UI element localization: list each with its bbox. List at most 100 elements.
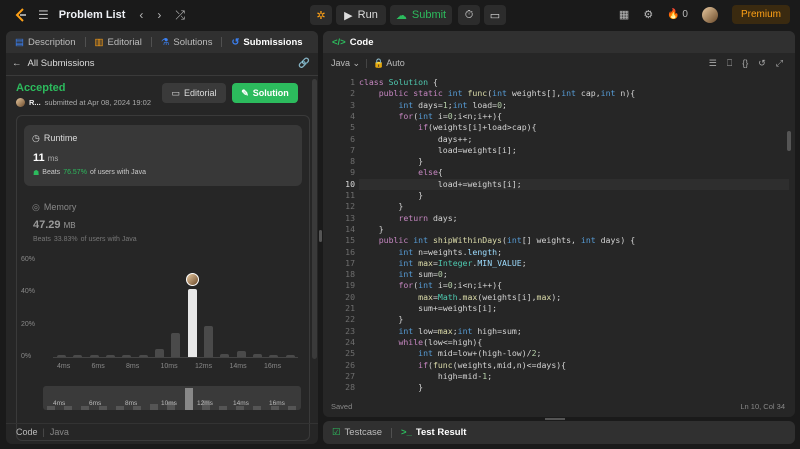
code-panel: </> Code Java ⌄ 🔒 Auto ☰ ⎕ {} ↺ ⤢ 1 class … <box>323 31 795 417</box>
code-line[interactable]: high=mid-1; <box>359 371 789 382</box>
chart-bar[interactable] <box>73 354 83 357</box>
settings-gear-icon[interactable]: ⚙ <box>643 8 653 21</box>
code-line[interactable]: return days; <box>359 213 789 224</box>
line-number: 12 <box>345 201 355 212</box>
format-icon[interactable]: ☰ <box>709 58 717 69</box>
code-line[interactable]: load+=weights[i]; <box>359 178 789 190</box>
run-button[interactable]: ▶ Run <box>336 5 386 25</box>
language-select[interactable]: Java ⌄ <box>331 58 360 69</box>
chart-bar[interactable] <box>122 354 132 357</box>
all-submissions-link[interactable]: All Submissions <box>28 58 95 69</box>
left-scrollbar[interactable] <box>312 79 317 359</box>
tab-solutions[interactable]: ⚗ Solutions <box>152 31 222 53</box>
line-number: 3 <box>350 99 355 110</box>
code-line[interactable]: public int shipWithinDays(int[] weights,… <box>359 235 789 246</box>
code-line[interactable]: int sum=0; <box>359 269 789 280</box>
code-line[interactable]: days++; <box>359 134 789 145</box>
problem-list-icon[interactable]: ☰ <box>38 8 49 22</box>
chart-bar[interactable] <box>269 355 279 357</box>
horizontal-resize-handle[interactable] <box>545 418 565 420</box>
user-name[interactable]: R... <box>29 98 41 107</box>
tab-testcase[interactable]: ☑ Testcase <box>323 422 391 444</box>
avatar[interactable] <box>701 6 718 23</box>
line-number: 25 <box>345 348 355 359</box>
chart-bar[interactable] <box>285 355 295 357</box>
line-number: 5 <box>350 122 355 133</box>
chart-bar[interactable] <box>138 354 148 357</box>
auto-mode[interactable]: 🔒 Auto <box>373 58 405 69</box>
code-line[interactable]: for(int i=0;i<n;i++){ <box>359 280 789 291</box>
code-line[interactable]: } <box>359 190 789 201</box>
shuffle-icon[interactable]: ⤮ <box>175 8 185 23</box>
line-number: 9 <box>350 167 355 178</box>
chart-bar[interactable] <box>106 354 115 357</box>
code-line[interactable]: } <box>359 382 789 393</box>
tab-description[interactable]: ▤ Description <box>6 31 85 53</box>
code-line[interactable]: if(weights[i]+load>cap){ <box>359 122 789 133</box>
leetcode-logo-icon[interactable] <box>14 8 28 22</box>
code-line[interactable]: while(low<=high){ <box>359 337 789 348</box>
chart-bar[interactable] <box>187 289 197 357</box>
book-open-icon: ▭ <box>171 87 180 98</box>
panel-resize-handle[interactable] <box>319 230 322 242</box>
fullscreen-icon[interactable]: ⤢ <box>776 58 783 69</box>
chart-bar[interactable] <box>57 354 66 357</box>
back-arrow-icon[interactable]: ← <box>12 58 22 69</box>
editorial-button[interactable]: ▭ Editorial <box>162 83 226 103</box>
tab-code[interactable]: </> Code <box>323 31 383 53</box>
code-scrollbar[interactable] <box>787 131 791 151</box>
chart-bar[interactable] <box>253 353 262 357</box>
code-line[interactable]: class Solution { <box>359 77 789 88</box>
runtime-card[interactable]: ◷ Runtime 11 ms ☗ Beats 76.57% of users with… <box>24 125 302 186</box>
memory-section[interactable]: ◎ Memory <box>32 202 76 213</box>
chart-bar[interactable] <box>171 332 181 357</box>
chart-bar[interactable] <box>155 348 164 357</box>
code-line[interactable]: } <box>359 224 789 235</box>
link-icon[interactable]: 🔗 <box>298 58 310 69</box>
code-editor[interactable]: 1 class Solution {2 public static int fun… <box>323 77 795 395</box>
code-line[interactable]: } <box>359 156 789 167</box>
memory-label: Memory <box>43 202 77 212</box>
code-line[interactable]: int n=weights.length; <box>359 247 789 258</box>
line-number: 22 <box>345 314 355 325</box>
solution-button[interactable]: ✎ Solution <box>232 83 298 103</box>
reset-icon[interactable]: ↺ <box>758 58 766 69</box>
code-line[interactable]: for(int i=0;i<n;i++){ <box>359 111 789 122</box>
y-tick-label: 20% <box>21 320 36 328</box>
next-problem-icon[interactable]: › <box>157 8 161 22</box>
code-line[interactable]: public static int func(int weights[],int… <box>359 88 789 99</box>
notes-icon[interactable]: ▭ <box>484 5 506 25</box>
code-line[interactable]: int mid=low+(high-low)/2; <box>359 348 789 359</box>
chart-bar[interactable] <box>236 350 246 357</box>
code-line[interactable]: int days=1;int load=0; <box>359 100 789 111</box>
tab-submissions[interactable]: ↺ Submissions <box>222 31 311 53</box>
code-line[interactable]: if(func(weights,mid,n)<=days){ <box>359 360 789 371</box>
code-line[interactable]: else{ <box>359 167 789 178</box>
code-line[interactable]: sum+=weights[i]; <box>359 303 789 314</box>
cloud-upload-icon: ☁ <box>395 9 407 22</box>
chart-range-slider[interactable]: 4ms 6ms 8ms 10ms 12ms 14ms 16ms <box>43 386 301 410</box>
code-line[interactable]: } <box>359 314 789 325</box>
layout-icon[interactable]: ▦ <box>619 8 629 21</box>
prev-problem-icon[interactable]: ‹ <box>139 8 143 22</box>
code-line[interactable]: max=Math.max(weights[i],max); <box>359 292 789 303</box>
problem-list-link[interactable]: Problem List <box>59 9 126 21</box>
code-line[interactable]: int low=max;int high=sum; <box>359 326 789 337</box>
premium-button[interactable]: Premium <box>731 5 790 24</box>
runtime-distribution-chart[interactable]: 60% 40% 20% 0% 4ms 6ms 8ms 10ms 12ms 14ms 16ms <box>17 256 311 381</box>
code-line[interactable]: load=weights[i]; <box>359 145 789 156</box>
chart-bar[interactable] <box>220 353 230 357</box>
submit-button[interactable]: ☁ Submit <box>390 5 452 25</box>
streak-counter[interactable]: 🔥 0 <box>667 9 688 20</box>
code-line[interactable]: int max=Integer.MIN_VALUE; <box>359 258 789 269</box>
chart-bar[interactable] <box>89 354 99 357</box>
braces-icon[interactable]: {} <box>742 58 748 69</box>
bookmark-icon[interactable]: ⎕ <box>727 58 732 69</box>
tab-editorial[interactable]: ▥ Editorial <box>86 31 151 53</box>
line-number: 21 <box>345 303 355 313</box>
chart-bar[interactable] <box>204 326 213 357</box>
timer-icon[interactable]: ⏱ <box>458 5 480 25</box>
tab-test-result[interactable]: >_ Test Result <box>392 422 475 444</box>
code-line[interactable]: } <box>359 201 789 212</box>
debug-icon[interactable]: ✲ <box>310 5 332 25</box>
